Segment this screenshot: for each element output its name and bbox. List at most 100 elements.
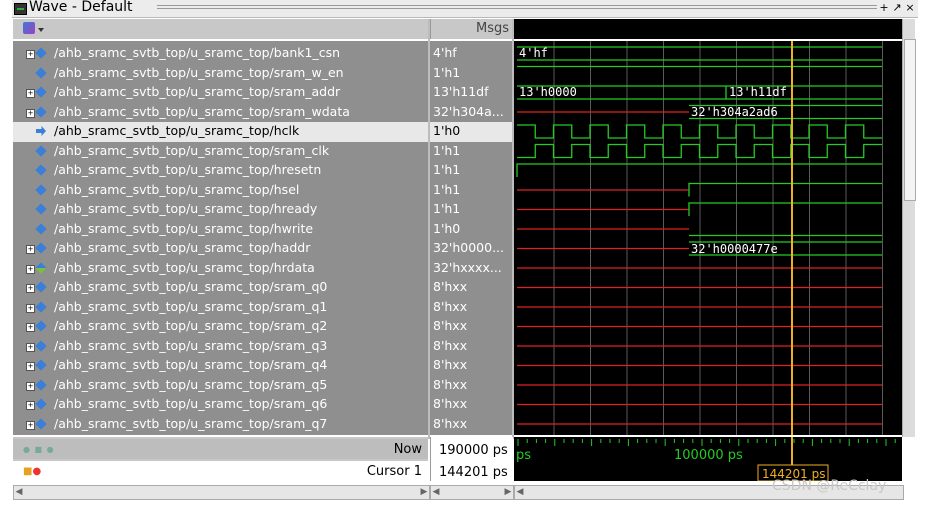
signal-row[interactable]: + /ahb_sramc_svtb_top/u_sramc_top/sram_q3 — [13, 337, 428, 357]
value-row[interactable]: 8'hxx — [430, 395, 512, 415]
expand-icon[interactable]: + — [26, 108, 35, 118]
timeline-ruler[interactable]: ps 100000 ps 144201 ps — [514, 437, 902, 482]
value-row[interactable]: 1'h1 — [430, 181, 512, 201]
signal-bus-icon — [35, 320, 47, 332]
names-hscrollbar[interactable]: ◀ ▶ — [13, 485, 430, 500]
value-row[interactable]: 8'hxx — [430, 337, 512, 357]
value-row[interactable]: 32'h0000... — [430, 239, 512, 259]
value-row[interactable]: 1'h0 — [430, 122, 512, 142]
signal-value: 1'h1 — [433, 64, 461, 80]
value-row[interactable]: 1'h1 — [430, 142, 512, 162]
signal-row[interactable]: /ahb_sramc_svtb_top/u_sramc_top/hresetn — [13, 161, 428, 181]
dock-button[interactable]: + — [878, 1, 890, 14]
signal-row[interactable]: + /ahb_sramc_svtb_top/u_sramc_top/sram_q0 — [13, 278, 428, 298]
signal-name: /ahb_sramc_svtb_top/u_sramc_top/hrdata — [54, 259, 315, 275]
values-hscrollbar[interactable]: ◀ ▶ — [430, 485, 514, 500]
signal-row[interactable]: + /ahb_sramc_svtb_top/u_sramc_top/hrdata — [13, 259, 428, 279]
expand-icon[interactable]: + — [26, 303, 35, 313]
value-row[interactable]: 8'hxx — [430, 298, 512, 318]
value-row[interactable]: 8'hxx — [430, 356, 512, 376]
signal-row[interactable]: + /ahb_sramc_svtb_top/u_sramc_top/sram_ad… — [13, 83, 428, 103]
cursor-label: Cursor 1 — [366, 464, 422, 479]
expand-icon[interactable]: + — [26, 89, 35, 98]
scroll-left-icon[interactable]: ◀ — [431, 486, 441, 499]
value-row[interactable]: 1'h1 — [430, 200, 512, 220]
expand-icon[interactable]: + — [26, 420, 35, 430]
expand-icon[interactable]: + — [26, 342, 35, 352]
scroll-right-icon[interactable]: ▶ — [419, 486, 429, 499]
value-row[interactable]: 4'hf — [430, 44, 512, 64]
signal-row[interactable]: /ahb_sramc_svtb_top/u_sramc_top/hready — [13, 200, 428, 220]
value-row[interactable]: 8'hxx — [430, 278, 512, 298]
signal-name: /ahb_sramc_svtb_top/u_sramc_top/sram_wda… — [54, 103, 350, 119]
signal-name: /ahb_sramc_svtb_top/u_sramc_top/hwrite — [54, 220, 314, 236]
signal-row[interactable]: /ahb_sramc_svtb_top/u_sramc_top/hsel — [13, 181, 428, 201]
expand-icon[interactable]: + — [26, 401, 35, 410]
signal-row[interactable]: + /ahb_sramc_svtb_top/u_sramc_top/sram_wd… — [13, 103, 428, 123]
expand-icon[interactable]: + — [26, 245, 35, 254]
signal-names-pane[interactable]: + /ahb_sramc_svtb_top/u_sramc_top/bank1_c… — [13, 41, 428, 435]
scroll-left-icon[interactable]: ◀ — [515, 486, 525, 499]
signal-name: /ahb_sramc_svtb_top/u_sramc_top/bank1_cs… — [54, 45, 341, 60]
expand-icon[interactable]: + — [26, 323, 35, 332]
signal-row[interactable]: + /ahb_sramc_svtb_top/u_sramc_top/sram_q5 — [13, 376, 428, 396]
signal-row[interactable]: + /ahb_sramc_svtb_top/u_sramc_top/sram_q6 — [13, 395, 428, 415]
signal-value: 32'h304a... — [433, 103, 504, 119]
expand-icon[interactable]: + — [26, 362, 35, 371]
undock-button[interactable]: ↗ — [891, 1, 903, 14]
scroll-right-icon[interactable]: ▶ — [503, 486, 513, 499]
titlebar-grip[interactable] — [157, 5, 877, 11]
value-row[interactable]: 1'h1 — [430, 161, 512, 181]
value-row[interactable]: 1'h1 — [430, 64, 512, 84]
signal-row[interactable]: /ahb_sramc_svtb_top/u_sramc_top/sram_w_e… — [13, 64, 428, 84]
expand-icon[interactable]: + — [26, 264, 35, 274]
scroll-thumb[interactable] — [904, 39, 916, 201]
signal-name: /ahb_sramc_svtb_top/u_sramc_top/sram_q0 — [54, 279, 328, 294]
cursor-icons[interactable]: ■● — [23, 466, 41, 477]
close-button[interactable]: × — [904, 1, 916, 14]
signal-row[interactable]: + /ahb_sramc_svtb_top/u_sramc_top/sram_q7 — [13, 415, 428, 435]
signal-row[interactable]: + /ahb_sramc_svtb_top/u_sramc_top/sram_q2 — [13, 317, 428, 337]
signal-row[interactable]: /ahb_sramc_svtb_top/u_sramc_top/sram_clk — [13, 142, 428, 162]
waveform-canvas[interactable]: 4'hf 13'h0000 13'h11df 32'h304a2ad6 32'h… — [514, 41, 902, 435]
now-row: ● ■ ● Now — [13, 439, 428, 459]
input-signal-icon — [36, 126, 46, 136]
value-row[interactable]: 32'hxxxx... — [430, 259, 512, 279]
signal-row[interactable]: + /ahb_sramc_svtb_top/u_sramc_top/haddr — [13, 239, 428, 259]
expand-icon[interactable]: + — [26, 284, 35, 293]
signal-value: 32'hxxxx... — [433, 259, 502, 275]
expand-icon[interactable]: + — [26, 381, 35, 391]
signal-row[interactable]: + /ahb_sramc_svtb_top/u_sramc_top/sram_q1 — [13, 298, 428, 318]
signal-row[interactable]: + /ahb_sramc_svtb_top/u_sramc_top/bank1_c… — [13, 44, 428, 64]
value-row[interactable]: 1'h0 — [430, 220, 512, 240]
cursor-row[interactable]: ■● Cursor 1 — [13, 461, 428, 481]
signal-name: /ahb_sramc_svtb_top/u_sramc_top/sram_add… — [54, 84, 341, 99]
signal-value: 8'hxx — [433, 279, 468, 294]
value-row[interactable]: 32'h304a... — [430, 103, 512, 123]
timeline-icons[interactable]: ● ■ ● — [23, 445, 55, 454]
value-row[interactable]: 13'h11df — [430, 83, 512, 103]
scroll-left-icon[interactable]: ◀ — [14, 486, 24, 499]
signal-name: /ahb_sramc_svtb_top/u_sramc_top/sram_q6 — [54, 396, 328, 411]
signal-name: /ahb_sramc_svtb_top/u_sramc_top/hsel — [54, 181, 300, 197]
signal-name: /ahb_sramc_svtb_top/u_sramc_top/sram_q3 — [54, 337, 328, 353]
value-row[interactable]: 8'hxx — [430, 317, 512, 337]
sram-addr-wave-label-a: 13'h0000 — [519, 85, 577, 99]
signal-value: 8'hxx — [433, 396, 468, 411]
vertical-scrollbar[interactable] — [902, 19, 916, 437]
signal-row[interactable]: + /ahb_sramc_svtb_top/u_sramc_top/sram_q4 — [13, 356, 428, 376]
values-header[interactable]: Msgs — [430, 19, 513, 39]
signal-row[interactable]: /ahb_sramc_svtb_top/u_sramc_top/hclk — [13, 122, 428, 142]
expand-icon[interactable]: + — [26, 50, 35, 59]
input-signal-icon — [35, 144, 47, 157]
signal-row[interactable]: /ahb_sramc_svtb_top/u_sramc_top/hwrite — [13, 220, 428, 240]
cursor-value[interactable]: 144201 ps — [439, 465, 508, 480]
value-row[interactable]: 8'hxx — [430, 415, 512, 435]
wave-options-icon[interactable] — [23, 22, 44, 34]
waveform-pane[interactable]: 4'hf 13'h0000 13'h11df 32'h304a2ad6 32'h… — [514, 41, 902, 435]
value-row[interactable]: 8'hxx — [430, 376, 512, 396]
signal-bus-icon — [35, 398, 47, 410]
signal-values-pane[interactable]: 4'hf 1'h1 13'h11df 32'h304a... 1'h0 1'h1 1'h1 1… — [430, 41, 512, 435]
names-header[interactable] — [13, 19, 428, 39]
signal-value: 32'h0000... — [433, 240, 504, 255]
